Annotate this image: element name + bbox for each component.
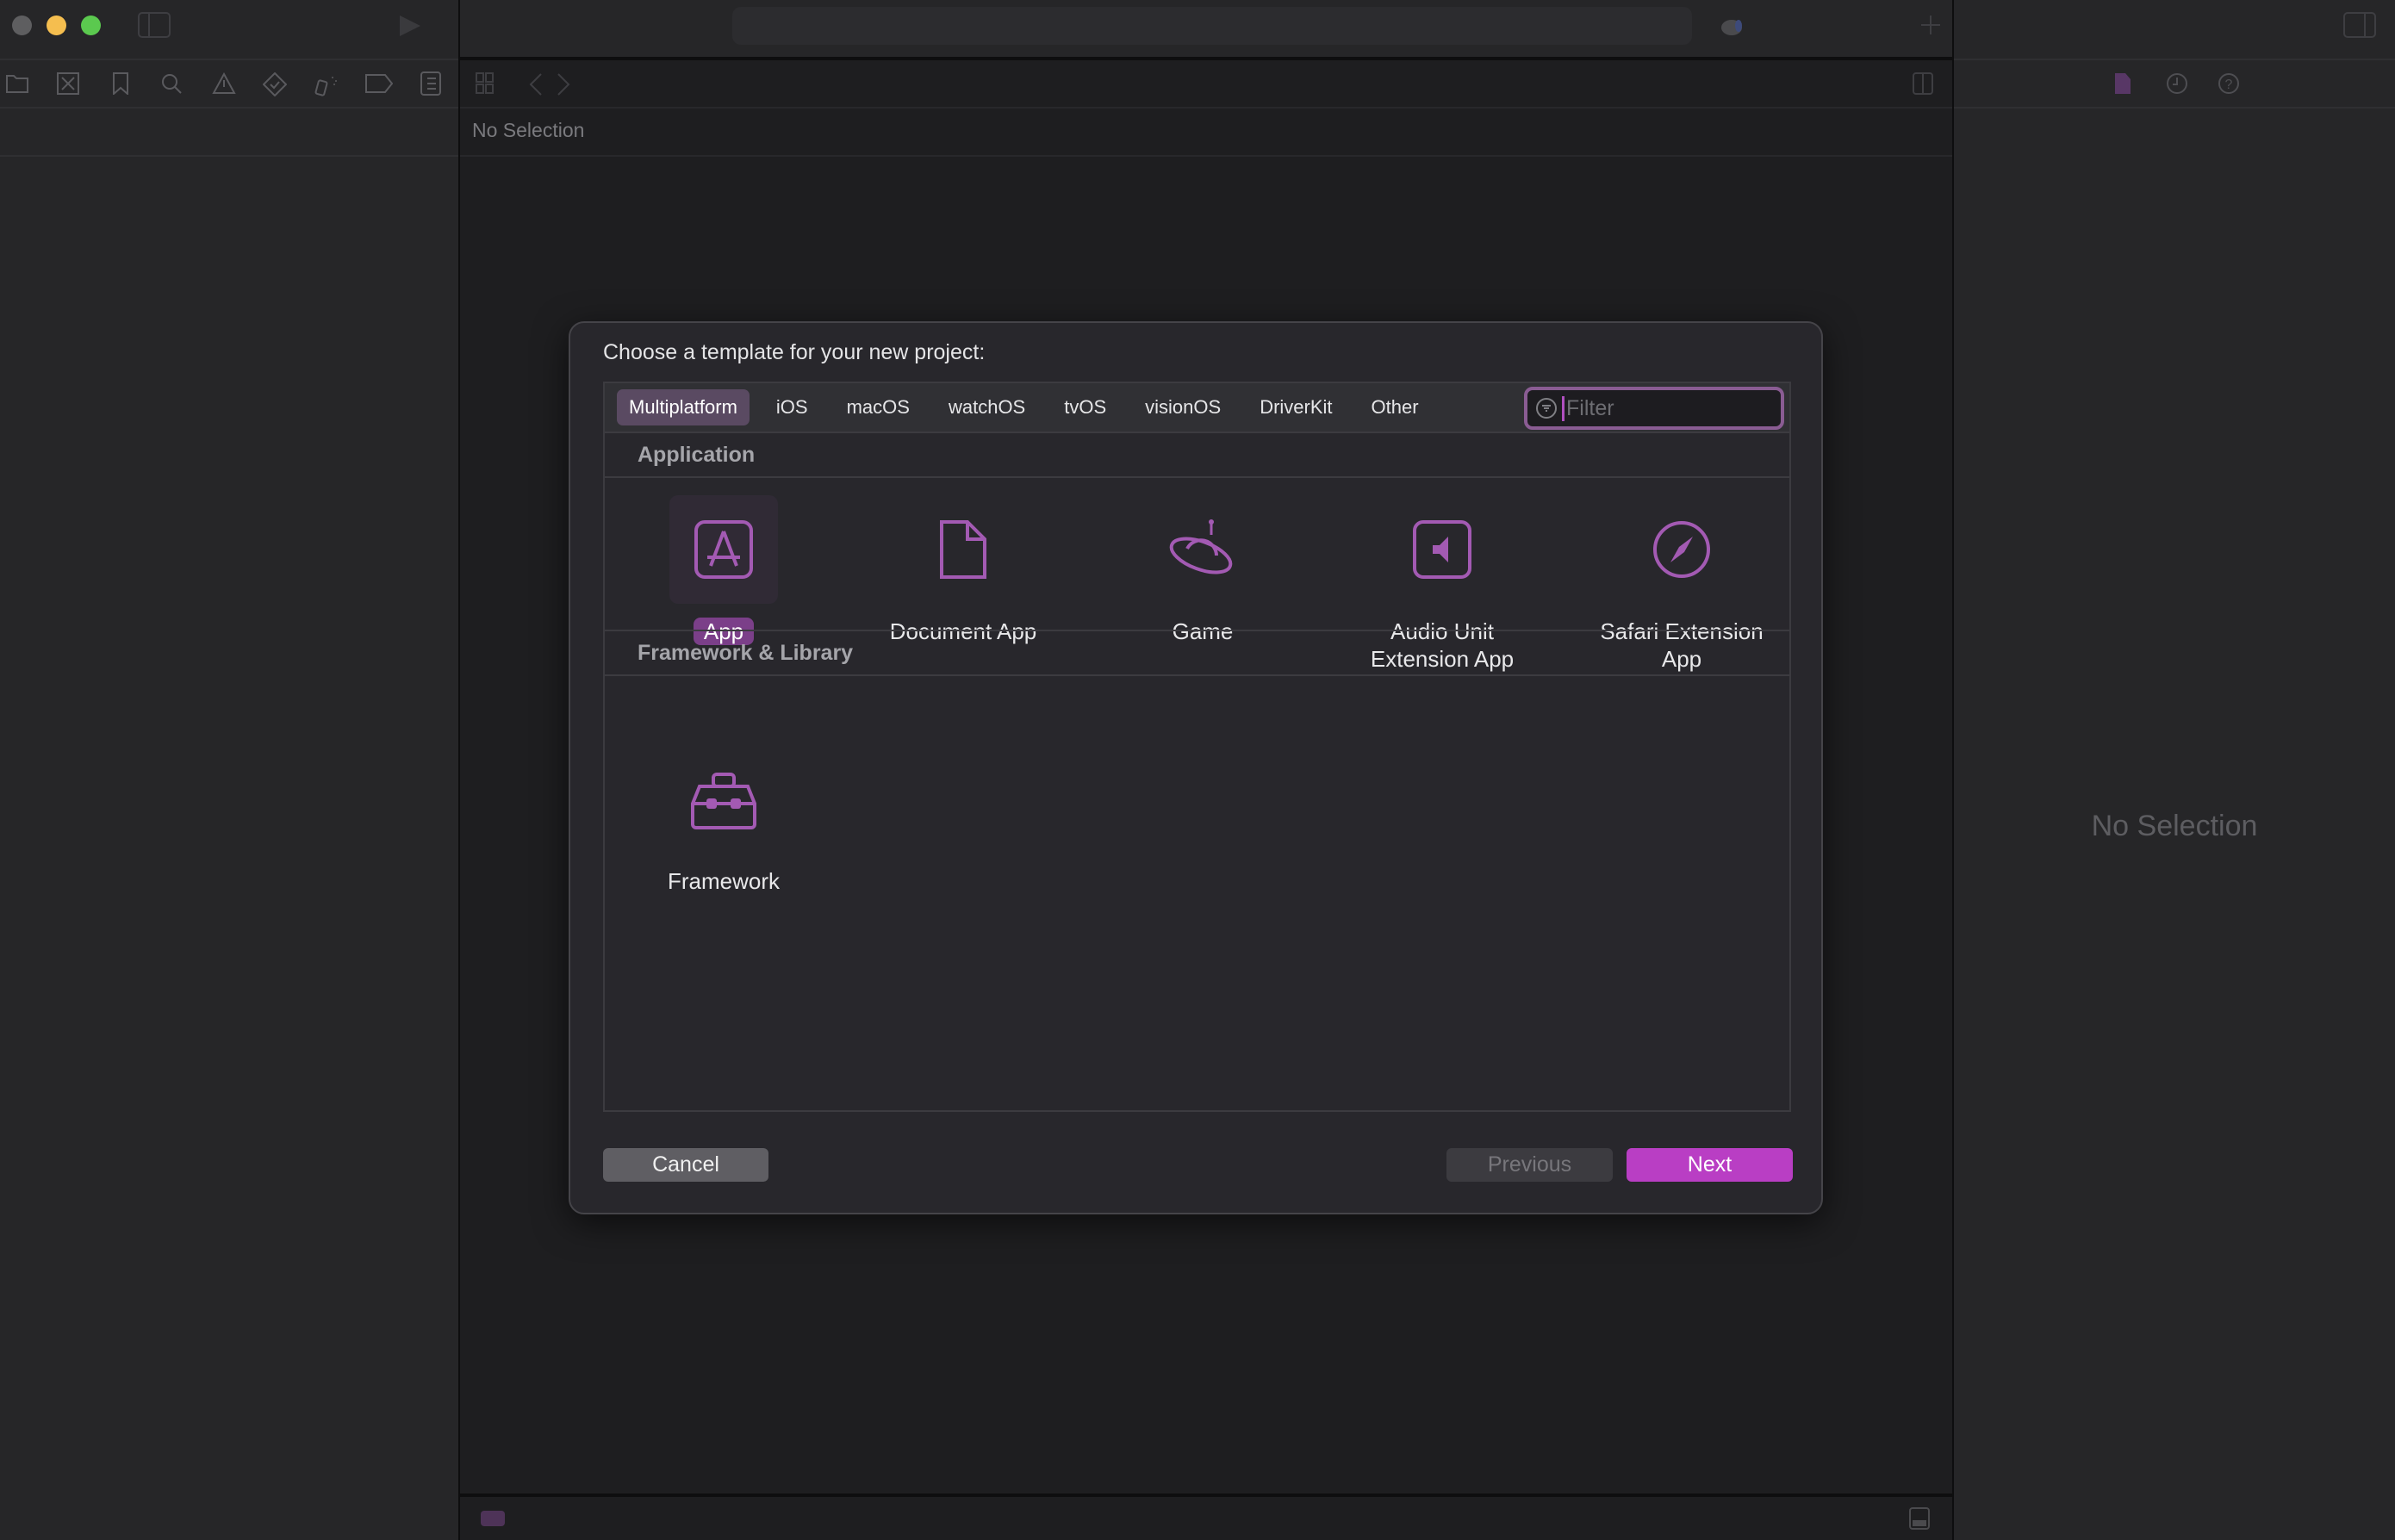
related-items-icon[interactable] bbox=[476, 72, 495, 95]
template-label: Framework bbox=[667, 868, 780, 894]
cancel-button[interactable]: Cancel bbox=[603, 1148, 768, 1182]
tab-driverkit[interactable]: DriverKit bbox=[1247, 389, 1344, 425]
navigator-pane bbox=[0, 0, 458, 1540]
minimize-window-button[interactable] bbox=[47, 16, 66, 35]
cloud-icon bbox=[1720, 16, 1751, 36]
warning-icon[interactable] bbox=[212, 72, 236, 95]
tab-tvos[interactable]: tvOS bbox=[1052, 389, 1118, 425]
add-editor-icon[interactable] bbox=[1913, 72, 1933, 95]
compass-icon bbox=[1653, 521, 1710, 578]
template-panel: Multiplatform iOS macOS watchOS tvOS vis… bbox=[603, 382, 1791, 1112]
forward-icon[interactable] bbox=[557, 72, 570, 96]
tab-macos[interactable]: macOS bbox=[835, 389, 922, 425]
report-icon[interactable] bbox=[420, 71, 441, 96]
tab-visionos[interactable]: visionOS bbox=[1133, 389, 1233, 425]
tab-multiplatform[interactable]: Multiplatform bbox=[617, 389, 750, 425]
toolbox-icon bbox=[691, 773, 756, 829]
svg-text:?: ? bbox=[2225, 78, 2233, 92]
filter-input[interactable] bbox=[1562, 395, 1760, 421]
ufo-icon bbox=[1169, 519, 1233, 574]
navigator-tabs bbox=[0, 67, 458, 102]
tab-watchos[interactable]: watchOS bbox=[936, 389, 1037, 425]
filter-field[interactable] bbox=[1524, 387, 1784, 430]
next-button[interactable]: Next bbox=[1627, 1148, 1793, 1182]
debug-area-toggle-icon[interactable] bbox=[1909, 1507, 1930, 1530]
dialog-title: Choose a template for your new project: bbox=[603, 340, 986, 364]
previous-button[interactable]: Previous bbox=[1446, 1148, 1613, 1182]
filter-tag-icon[interactable] bbox=[481, 1511, 505, 1526]
search-icon[interactable] bbox=[160, 72, 183, 95]
section-header-application: Application bbox=[605, 433, 1789, 478]
template-game[interactable]: Game bbox=[1091, 495, 1315, 645]
sidebar-right-icon[interactable] bbox=[2343, 12, 2376, 38]
plus-icon[interactable] bbox=[1919, 14, 1942, 36]
help-icon[interactable]: ? bbox=[2218, 72, 2240, 95]
template-document-app[interactable]: Document App bbox=[851, 495, 1075, 645]
maximize-window-button[interactable] bbox=[81, 16, 101, 35]
inspector-pane: ? bbox=[1954, 0, 2395, 1540]
section-header-framework-library: Framework & Library bbox=[605, 631, 1789, 676]
file-icon[interactable] bbox=[2114, 72, 2131, 95]
speaker-icon bbox=[1413, 520, 1471, 579]
tab-ios[interactable]: iOS bbox=[764, 389, 820, 425]
bookmark-icon[interactable] bbox=[112, 72, 129, 95]
template-app[interactable]: App bbox=[612, 495, 836, 645]
close-window-button[interactable] bbox=[12, 16, 32, 35]
app-store-icon bbox=[694, 520, 753, 579]
platform-tabs: Multiplatform iOS macOS watchOS tvOS vis… bbox=[605, 383, 1789, 433]
debug-icon[interactable] bbox=[314, 72, 339, 96]
filter-icon bbox=[1536, 398, 1557, 419]
source-control-icon[interactable] bbox=[57, 72, 79, 95]
folder-icon[interactable] bbox=[6, 72, 28, 93]
activity-view bbox=[732, 7, 1692, 45]
back-icon[interactable] bbox=[529, 72, 543, 96]
template-framework[interactable]: Framework bbox=[612, 745, 836, 895]
document-icon bbox=[940, 520, 986, 579]
breakpoint-icon[interactable] bbox=[365, 74, 393, 93]
test-icon[interactable] bbox=[263, 72, 287, 96]
inspector-empty-label: No Selection bbox=[2091, 810, 2258, 842]
play-icon[interactable] bbox=[398, 14, 422, 38]
sidebar-left-icon[interactable] bbox=[138, 12, 171, 38]
new-project-dialog: Choose a template for your new project: … bbox=[569, 321, 1823, 1214]
tab-other[interactable]: Other bbox=[1359, 389, 1431, 425]
history-icon[interactable] bbox=[2166, 72, 2188, 95]
jump-bar-label: No Selection bbox=[472, 119, 585, 141]
